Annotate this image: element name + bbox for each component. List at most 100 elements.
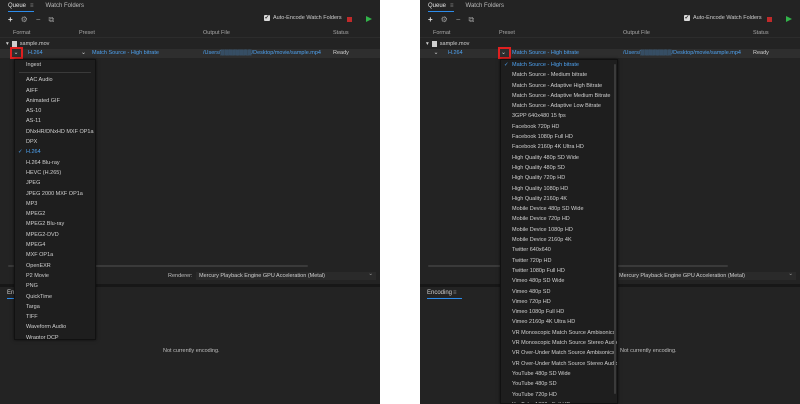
preset-menu-item-twitter-640x640[interactable]: Twitter 640x640 — [501, 245, 617, 255]
stop-icon[interactable] — [767, 17, 772, 22]
preset-menu-item-mobile-device-1080p-hd[interactable]: Mobile Device 1080p HD — [501, 225, 617, 235]
auto-encode-toggle[interactable]: ✓ Auto-Encode Watch Folders — [264, 15, 342, 21]
preset-menu-item-match-source-medium-bitrate[interactable]: Match Source - Medium bitrate — [501, 70, 617, 80]
auto-encode-checkbox[interactable]: ✓ — [264, 15, 270, 21]
preset-menu-item-vimeo-480p-sd[interactable]: Vimeo 480p SD — [501, 287, 617, 297]
auto-encode-checkbox[interactable]: ✓ — [684, 15, 690, 21]
plus-icon[interactable]: + — [428, 16, 433, 24]
play-icon[interactable] — [786, 16, 792, 22]
tab-watch-folders[interactable]: Watch Folders — [466, 3, 504, 9]
source-file-row[interactable]: ▾ sample.mov — [420, 39, 800, 48]
column-status[interactable]: Status — [753, 30, 769, 36]
minus-icon[interactable]: − — [456, 16, 461, 24]
job-format[interactable]: H.264 — [448, 50, 463, 56]
renderer-select[interactable]: Mercury Playback Engine GPU Acceleration… — [616, 270, 796, 280]
format-menu-item-mpeg4[interactable]: MPEG4 — [15, 240, 95, 250]
format-menu-item-aiff[interactable]: AIFF — [15, 86, 95, 96]
duplicate-icon[interactable]: ⧉ — [469, 16, 475, 24]
preset-menu-item-match-source-adaptive-low-bitrate[interactable]: Match Source - Adaptive Low Bitrate — [501, 101, 617, 111]
format-menu-item-quicktime[interactable]: QuickTime — [15, 292, 95, 302]
format-menu-item-jpeg[interactable]: JPEG — [15, 178, 95, 188]
column-preset[interactable]: Preset — [79, 30, 95, 36]
column-format[interactable]: Format — [13, 30, 30, 36]
preset-menu-item-youtube-480p-sd-wide[interactable]: YouTube 480p SD Wide — [501, 369, 617, 379]
format-menu-item-aac-audio[interactable]: AAC Audio — [15, 75, 95, 85]
job-output-file[interactable]: /Users/▒▒▒▒▒▒▒▒/Desktop/movie/sample.mp4 — [623, 50, 741, 56]
preset-menu-item-vr-over-under-match-source-ambisonics[interactable]: VR Over-Under Match Source Ambisonics — [501, 348, 617, 358]
format-menu-item-hevc-h-265[interactable]: HEVC (H.265) — [15, 168, 95, 178]
encode-job-row[interactable]: H.264 Match Source - High bitrate /Users… — [0, 49, 380, 58]
preset-menu-scrollbar[interactable] — [614, 64, 616, 394]
auto-encode-toggle[interactable]: ✓ Auto-Encode Watch Folders — [684, 15, 762, 21]
encode-job-row[interactable]: H.264 Match Source - High bitrate /Users… — [420, 49, 800, 58]
settings-sliders-icon[interactable]: ⚙ — [21, 16, 28, 24]
preset-menu-item-high-quality-1080p-hd[interactable]: High Quality 1080p HD — [501, 184, 617, 194]
preset-menu-item-mobile-device-2160p-4k[interactable]: Mobile Device 2160p 4K — [501, 235, 617, 245]
tab-queue[interactable]: Queue — [428, 3, 455, 12]
job-output-file[interactable]: /Users/▒▒▒▒▒▒▒▒/Desktop/movie/sample.mp4 — [203, 50, 321, 56]
format-menu-item-png[interactable]: PNG — [15, 281, 95, 291]
duplicate-icon[interactable]: ⧉ — [49, 16, 55, 24]
preset-menu-item-match-source-adaptive-medium-bitrate[interactable]: Match Source - Adaptive Medium Bitrate — [501, 91, 617, 101]
format-menu-item-mpeg2-blu-ray[interactable]: MPEG2 Blu-ray — [15, 219, 95, 229]
format-menu-item-mxf-op1a[interactable]: MXF OP1a — [15, 250, 95, 260]
format-menu-item-mpeg2[interactable]: MPEG2 — [15, 209, 95, 219]
preset-menu-item-facebook-1080p-full-hd[interactable]: Facebook 1080p Full HD — [501, 132, 617, 142]
expand-chevron-icon[interactable]: ▾ — [6, 41, 9, 47]
preset-menu-item-youtube-720p-hd[interactable]: YouTube 720p HD — [501, 390, 617, 400]
preset-menu-item-high-quality-480p-sd-wide[interactable]: High Quality 480p SD Wide — [501, 153, 617, 163]
preset-menu-item-match-source-high-bitrate[interactable]: Match Source - High bitrate — [501, 60, 617, 71]
preset-chevron-down-icon[interactable]: ⌄ — [81, 49, 86, 56]
format-menu-item-tiff[interactable]: TIFF — [15, 312, 95, 322]
preset-menu-item-vr-over-under-match-source-stereo-audio[interactable]: VR Over-Under Match Source Stereo Audio — [501, 359, 617, 369]
format-menu-item-dnxhr-dnxhd-mxf-op1a[interactable]: DNxHR/DNxHD MXF OP1a — [15, 127, 95, 137]
column-status[interactable]: Status — [333, 30, 349, 36]
preset-menu-item-youtube-480p-sd[interactable]: YouTube 480p SD — [501, 379, 617, 389]
play-icon[interactable] — [366, 16, 372, 22]
format-menu-item-waveform-audio[interactable]: Waveform Audio — [15, 322, 95, 332]
format-menu-item-as-11[interactable]: AS-11 — [15, 116, 95, 126]
tab-encoding[interactable]: Encoding — [427, 290, 463, 299]
preset-menu-item-twitter-720p-hd[interactable]: Twitter 720p HD — [501, 256, 617, 266]
column-format[interactable]: Format — [433, 30, 450, 36]
format-menu-item-h-264[interactable]: H.264 — [15, 147, 95, 158]
column-output-file[interactable]: Output File — [623, 30, 650, 36]
tab-watch-folders[interactable]: Watch Folders — [46, 3, 84, 9]
tab-menu-icon[interactable]: ≡ — [450, 3, 454, 9]
format-menu-item-jpeg-2000-mxf-op1a[interactable]: JPEG 2000 MXF OP1a — [15, 189, 95, 199]
preset-menu-item-facebook-720p-hd[interactable]: Facebook 720p HD — [501, 122, 617, 132]
preset-menu-item-vimeo-480p-sd-wide[interactable]: Vimeo 480p SD Wide — [501, 276, 617, 286]
format-menu-item-h-264-blu-ray[interactable]: H.264 Blu-ray — [15, 158, 95, 168]
format-menu-item-mp3[interactable]: MP3 — [15, 199, 95, 209]
format-menu-item-p2-movie[interactable]: P2 Movie — [15, 271, 95, 281]
preset-menu-item-high-quality-720p-hd[interactable]: High Quality 720p HD — [501, 173, 617, 183]
plus-icon[interactable]: + — [8, 16, 13, 24]
job-preset[interactable]: Match Source - High bitrate — [512, 50, 579, 56]
preset-menu-item-vr-monoscopic-match-source-stereo-audio[interactable]: VR Monoscopic Match Source Stereo Audio — [501, 338, 617, 348]
format-menu-item-mpeg2-dvd[interactable]: MPEG2-DVD — [15, 230, 95, 240]
preset-menu-item-3gpp-640x480-15-fps[interactable]: 3GPP 640x480 15 fps — [501, 111, 617, 121]
preset-menu-item-match-source-adaptive-high-bitrate[interactable]: Match Source - Adaptive High Bitrate — [501, 81, 617, 91]
format-menu-item-ingest[interactable]: Ingest — [15, 60, 95, 70]
preset-menu-item-high-quality-2160p-4k[interactable]: High Quality 2160p 4K — [501, 194, 617, 204]
format-menu-item-as-10[interactable]: AS-10 — [15, 106, 95, 116]
preset-chevron-down-icon[interactable]: ⌄ — [501, 49, 506, 56]
renderer-select[interactable]: Mercury Playback Engine GPU Acceleration… — [196, 270, 376, 280]
minus-icon[interactable]: − — [36, 16, 41, 24]
job-format[interactable]: H.264 — [28, 50, 43, 56]
tab-queue[interactable]: Queue — [8, 3, 35, 12]
preset-menu-item-twitter-1080p-full-hd[interactable]: Twitter 1080p Full HD — [501, 266, 617, 276]
column-output-file[interactable]: Output File — [203, 30, 230, 36]
chevron-down-icon[interactable]: ⌄ — [432, 50, 440, 57]
format-menu-item-openexr[interactable]: OpenEXR — [15, 261, 95, 271]
tab-menu-icon[interactable]: ≡ — [30, 3, 34, 9]
preset-menu-item-vimeo-2160p-4k-ultra-hd[interactable]: Vimeo 2160p 4K Ultra HD — [501, 317, 617, 327]
settings-sliders-icon[interactable]: ⚙ — [441, 16, 448, 24]
preset-menu-item-mobile-device-720p-hd[interactable]: Mobile Device 720p HD — [501, 214, 617, 224]
expand-chevron-icon[interactable]: ▾ — [426, 41, 429, 47]
encoding-menu-icon[interactable]: ≡ — [453, 290, 457, 296]
format-menu-item-wraptor-dcp[interactable]: Wraptor DCP — [15, 333, 95, 339]
source-file-row[interactable]: ▾ sample.mov — [0, 39, 380, 48]
format-menu-item-dpx[interactable]: DPX — [15, 137, 95, 147]
preset-menu-item-facebook-2160p-4k-ultra-hd[interactable]: Facebook 2160p 4K Ultra HD — [501, 142, 617, 152]
